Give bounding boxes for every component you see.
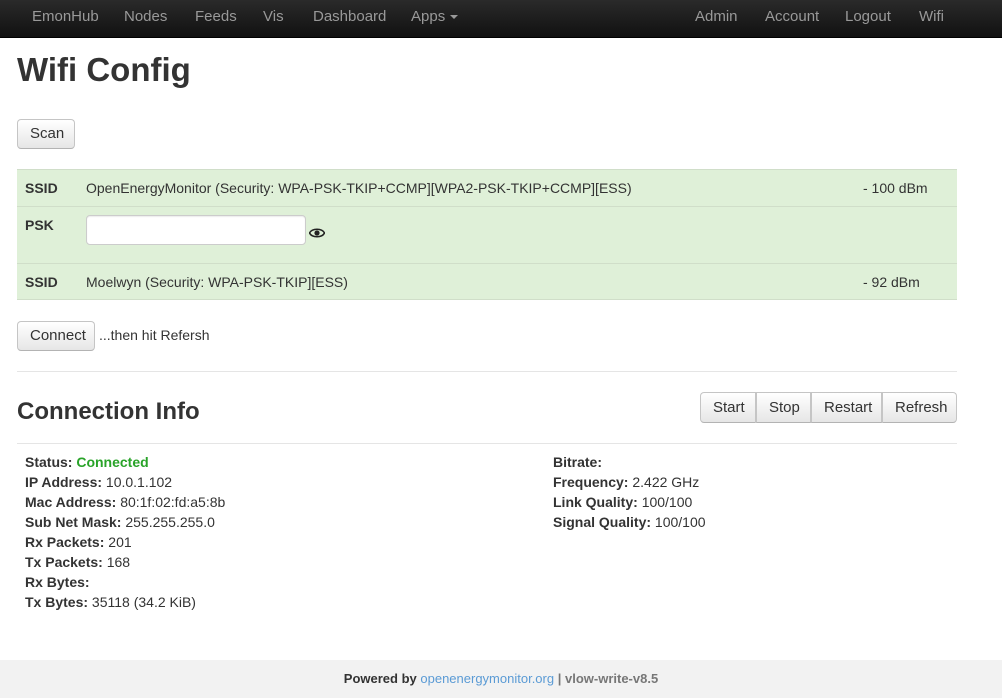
nav-apps-label: Apps [411,8,446,25]
nav-wifi[interactable]: Wifi [919,0,944,38]
info-row-tx-bytes: Tx Bytes: 35118 (34.2 KiB) [25,594,196,610]
network-description: Moelwyn (Security: WPA-PSK-TKIP][ESS) [86,274,348,290]
info-row-status: Status: Connected [25,454,149,470]
divider [17,371,957,372]
psk-label: PSK [25,217,54,233]
connection-info-title: Connection Info [17,398,200,425]
refresh-button[interactable]: Refresh [882,392,957,423]
info-row-frequency: Frequency: 2.422 GHz [553,474,700,490]
psk-row: PSK [17,206,957,263]
divider [17,443,957,444]
network-description: OpenEnergyMonitor (Security: WPA-PSK-TKI… [86,180,632,196]
info-right-column: Bitrate: Frequency: 2.422 GHz Link Quali… [553,452,706,532]
info-row-subnet: Sub Net Mask: 255.255.255.0 [25,514,215,530]
ssid-label: SSID [25,180,58,196]
network-signal: - 92 dBm [863,274,920,290]
network-table: SSID OpenEnergyMonitor (Security: WPA-PS… [17,169,957,300]
nav-logout[interactable]: Logout [845,0,891,38]
info-row-mac: Mac Address: 80:1f:02:fd:a5:8b [25,494,226,510]
top-navbar: EmonHub Nodes Feeds Vis Dashboard Apps A… [0,0,1002,38]
footer-powered-by: Powered by [343,671,417,686]
info-row-link-quality: Link Quality: 100/100 [553,494,693,510]
page-title: Wifi Config [17,51,191,88]
footer: Powered by openenergymonitor.org | vlow-… [0,660,1002,698]
footer-separator: | [557,671,562,686]
nav-nodes[interactable]: Nodes [124,0,167,38]
network-row[interactable]: SSID OpenEnergyMonitor (Security: WPA-PS… [17,169,957,206]
stop-button[interactable]: Stop [756,392,811,423]
nav-emonhub[interactable]: EmonHub [32,0,99,38]
footer-version: vlow-write-v8.5 [564,671,659,686]
footer-link[interactable]: openenergymonitor.org [420,671,554,686]
info-row-rx-packets: Rx Packets: 201 [25,534,132,550]
network-signal: - 100 dBm [863,180,928,196]
nav-account[interactable]: Account [765,0,819,38]
eye-icon[interactable] [309,227,325,239]
info-row-rx-bytes: Rx Bytes: [25,574,90,590]
info-left-column: Status: Connected IP Address: 10.0.1.102… [25,452,225,612]
nav-vis[interactable]: Vis [263,0,284,38]
connect-hint: ...then hit Refersh [99,327,210,343]
connect-button[interactable]: Connect [17,321,95,351]
info-row-ip: IP Address: 10.0.1.102 [25,474,173,490]
info-row-bitrate: Bitrate: [553,454,603,470]
nav-admin[interactable]: Admin [695,0,738,38]
scan-button[interactable]: Scan [17,119,75,149]
nav-dashboard[interactable]: Dashboard [313,0,386,38]
info-row-tx-packets: Tx Packets: 168 [25,554,131,570]
nav-feeds[interactable]: Feeds [195,0,237,38]
status-value: Connected [76,454,149,470]
info-row-signal-quality: Signal Quality: 100/100 [553,514,706,530]
caret-down-icon [450,15,459,20]
start-button[interactable]: Start [700,392,756,423]
ssid-label: SSID [25,274,58,290]
nav-apps[interactable]: Apps [411,0,459,38]
psk-input[interactable] [86,215,306,245]
network-row[interactable]: SSID Moelwyn (Security: WPA-PSK-TKIP][ES… [17,263,957,300]
restart-button[interactable]: Restart [811,392,882,423]
